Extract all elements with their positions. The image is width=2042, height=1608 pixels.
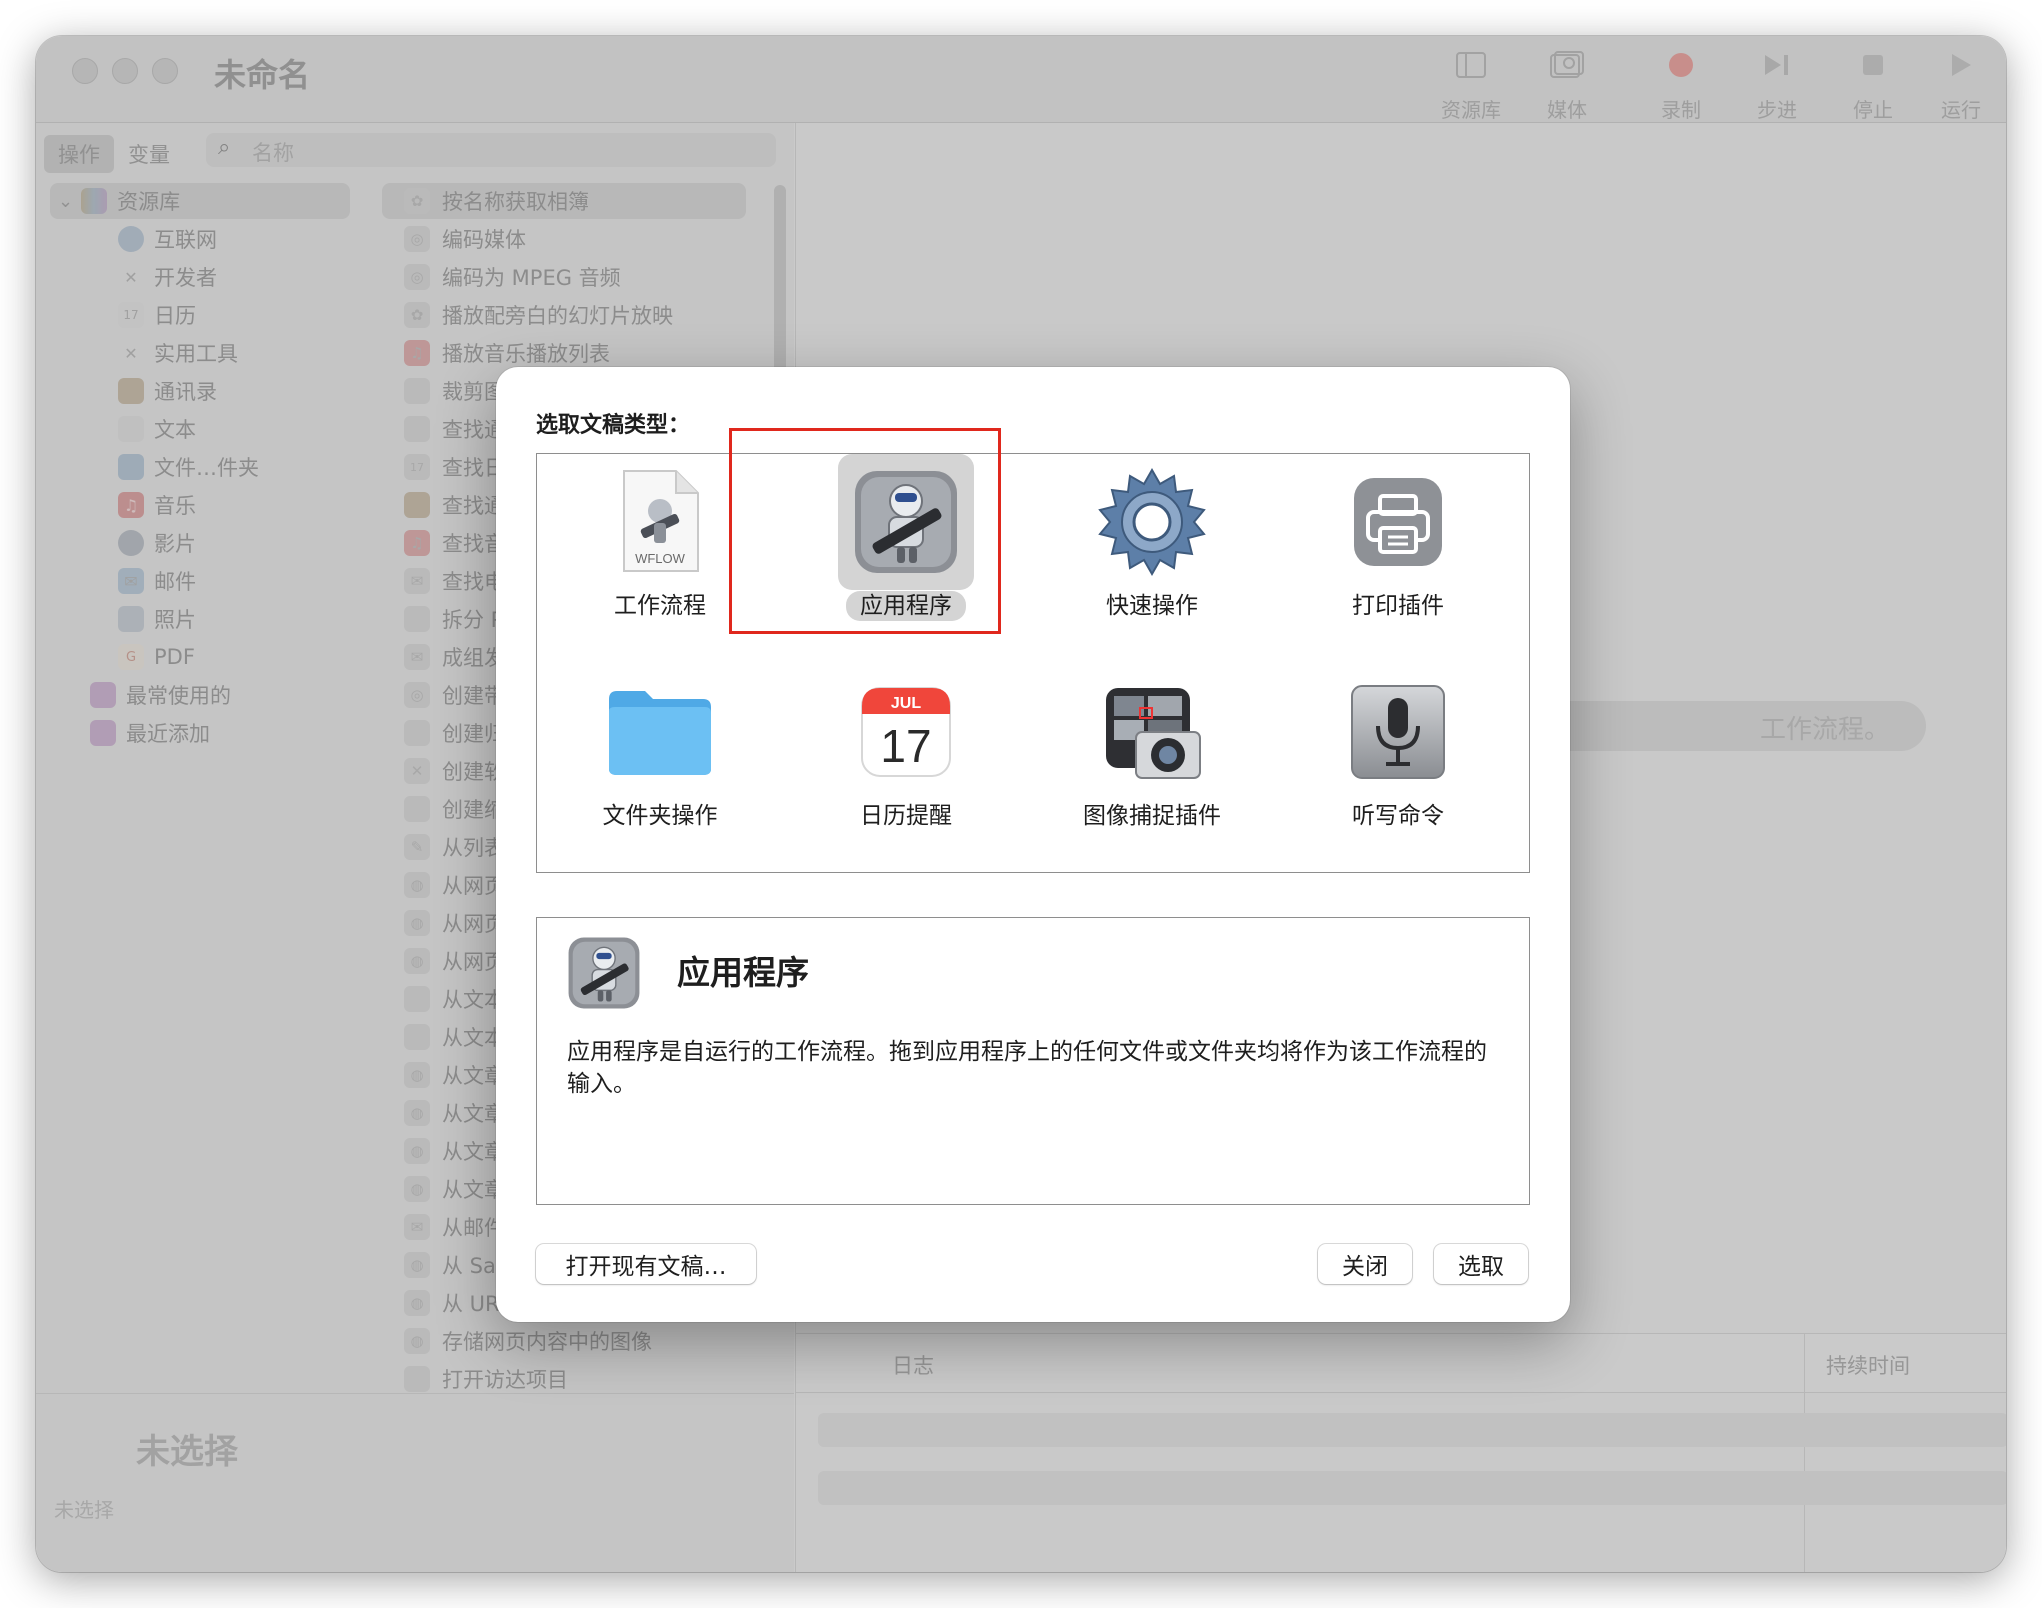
open-existing-document-button[interactable]: 打开现有文稿… — [536, 1244, 756, 1284]
svg-text:JUL: JUL — [891, 695, 921, 712]
printer-icon — [1330, 454, 1466, 590]
dialog-prompt: 选取文稿类型： — [536, 413, 691, 438]
workflow-file-icon: WFLOW — [592, 454, 728, 590]
folder-icon — [592, 664, 728, 800]
svg-text:WFLOW: WFLOW — [635, 551, 686, 566]
microphone-icon — [1330, 664, 1466, 800]
automator-robot-icon — [563, 932, 645, 1014]
type-application[interactable]: 应用程序 — [729, 428, 1029, 654]
choose-button[interactable]: 选取 — [1434, 1244, 1528, 1284]
type-calendar-alarm[interactable]: JUL 17 日历提醒 — [783, 664, 1029, 864]
type-folder-action[interactable]: 文件夹操作 — [537, 664, 783, 864]
type-description-box: 应用程序 应用程序是自运行的工作流程。拖到应用程序上的任何文件或文件夹均将作为该… — [536, 917, 1530, 1205]
document-type-dialog: 选取文稿类型： WFLOW 工作流程 应用程序 快速操作 打印插件 文件夹操作 … — [496, 367, 1570, 1322]
image-capture-icon — [1084, 664, 1220, 800]
svg-text:17: 17 — [880, 720, 931, 772]
type-workflow[interactable]: WFLOW 工作流程 — [537, 454, 783, 654]
calendar-icon: JUL 17 — [838, 664, 974, 800]
type-quick-action[interactable]: 快速操作 — [1029, 454, 1275, 654]
type-image-capture[interactable]: 图像捕捉插件 — [1029, 664, 1275, 864]
automator-robot-icon — [838, 454, 974, 590]
type-print-plugin[interactable]: 打印插件 — [1275, 454, 1521, 654]
type-description-text: 应用程序是自运行的工作流程。拖到应用程序上的任何文件或文件夹均将作为该工作流程的… — [567, 1039, 1487, 1097]
type-description-title: 应用程序 — [677, 953, 809, 992]
close-button[interactable]: 关闭 — [1318, 1244, 1412, 1284]
gear-icon — [1084, 454, 1220, 590]
type-dictation-command[interactable]: 听写命令 — [1275, 664, 1521, 864]
document-type-grid: WFLOW 工作流程 应用程序 快速操作 打印插件 文件夹操作 JUL 17 日… — [536, 428, 1530, 873]
